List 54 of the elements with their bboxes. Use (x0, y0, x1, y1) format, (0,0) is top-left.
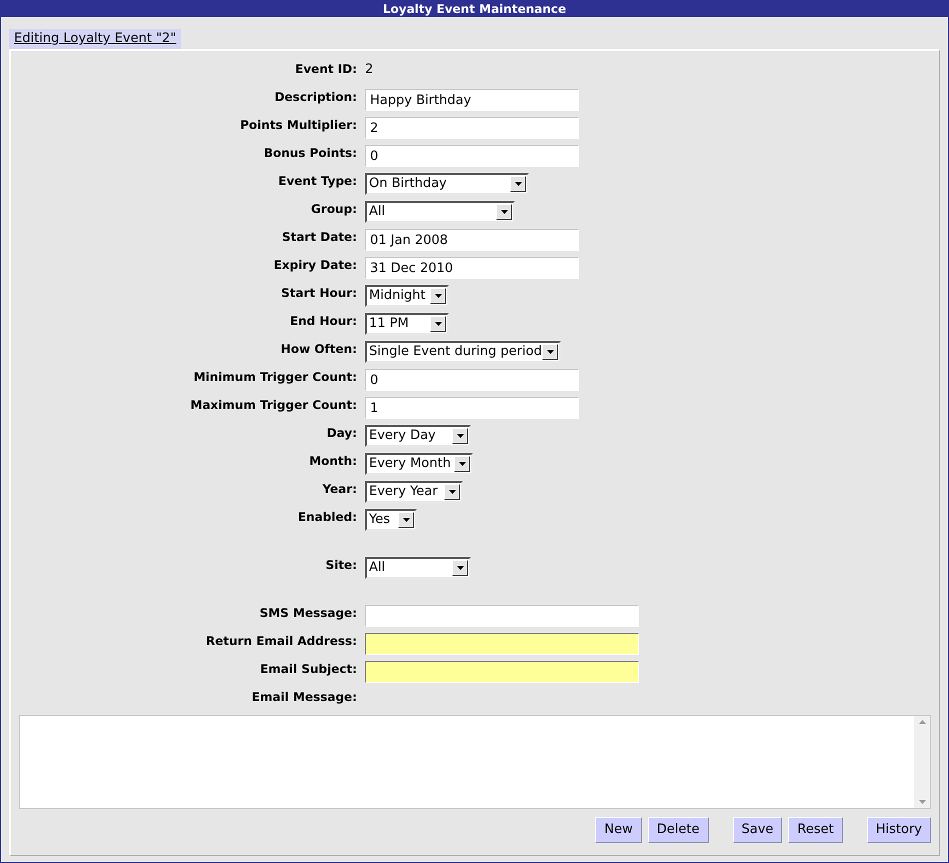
action-button[interactable]: History (866, 817, 931, 843)
dropdown[interactable]: Midnight (365, 285, 449, 307)
scroll-down-icon[interactable] (918, 800, 926, 804)
dropdown[interactable]: Every Month (365, 453, 473, 475)
text-field[interactable]: 31 Dec 2010 (365, 257, 579, 279)
field-label: End Hour: (288, 313, 357, 329)
field-label: Site: (324, 557, 357, 573)
field-label: Bonus Points: (262, 145, 357, 161)
field-label: Minimum Trigger Count: (192, 369, 357, 385)
tab[interactable]: Editing Loyalty Event "2" (9, 29, 182, 49)
field-label: How Often: (280, 341, 357, 357)
action-button[interactable]: Delete (648, 817, 708, 843)
text-field[interactable]: 01 Jan 2008 (365, 229, 579, 251)
dropdown[interactable]: All (365, 201, 515, 223)
text-field[interactable] (365, 605, 639, 627)
dropdown[interactable]: Every Day (365, 425, 471, 447)
text-field[interactable]: 0 (365, 369, 579, 391)
dropdown[interactable]: On Birthday (365, 173, 529, 195)
field-value: 2 (365, 61, 374, 79)
text-field[interactable] (365, 661, 639, 683)
dropdown[interactable]: Yes (365, 509, 417, 531)
field-label: Email Subject: (259, 661, 357, 677)
field-label: Expiry Date: (272, 257, 357, 273)
text-field[interactable]: 2 (365, 117, 579, 139)
scroll-up-icon[interactable] (918, 720, 926, 724)
field-label: Month: (308, 453, 357, 469)
window-title: Loyalty Event Maintenance (1, 1, 948, 17)
field-label: Enabled: (296, 509, 357, 525)
text-field[interactable]: 0 (365, 145, 579, 167)
dropdown[interactable]: All (365, 557, 471, 579)
dropdown[interactable]: Every Year (365, 481, 463, 503)
field-label: Year: (321, 481, 357, 497)
action-button[interactable]: New (595, 817, 642, 843)
text-field[interactable]: 1 (365, 397, 579, 419)
field-label: SMS Message: (258, 605, 357, 621)
field-label: Group: (310, 201, 357, 217)
field-label: Day: (326, 425, 357, 441)
field-label: Maximum Trigger Count: (189, 397, 357, 413)
message-area[interactable] (19, 715, 931, 809)
action-button[interactable]: Reset (788, 817, 843, 843)
text-field[interactable] (365, 633, 639, 655)
field-label: Start Date: (280, 229, 357, 245)
field-label: Description: (274, 89, 357, 105)
dropdown[interactable]: 11 PM (365, 313, 449, 335)
dropdown[interactable]: Single Event during period (365, 341, 561, 363)
field-label: Start Hour: (280, 285, 357, 301)
field-label: Event Type: (277, 173, 357, 189)
field-label: Event ID: (294, 61, 357, 77)
text-field[interactable]: Happy Birthday (365, 89, 579, 111)
field-label: Return Email Address: (204, 633, 357, 649)
field-label: Email Message: (250, 689, 357, 705)
action-button[interactable]: Save (732, 817, 782, 843)
field-label: Points Multiplier: (239, 117, 357, 133)
scrollbar[interactable] (914, 716, 930, 808)
